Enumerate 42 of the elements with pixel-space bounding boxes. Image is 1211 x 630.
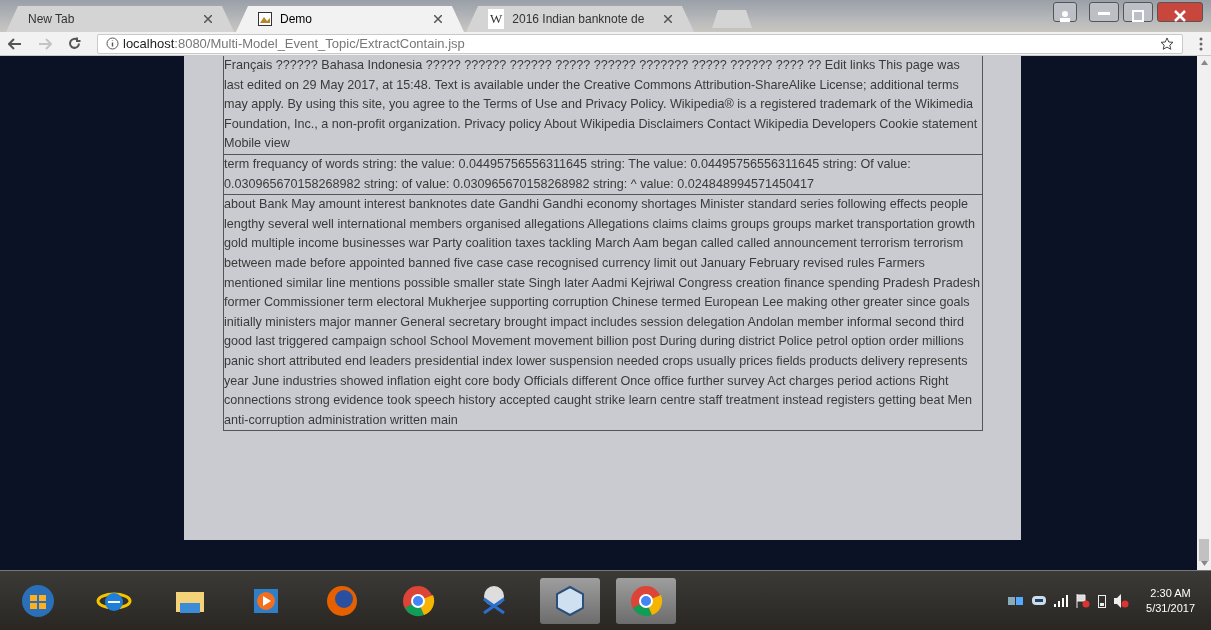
- maximize-button[interactable]: [1123, 2, 1153, 22]
- maximize-icon: [1132, 8, 1144, 23]
- browser-tab[interactable]: Demo: [236, 6, 464, 32]
- reload-icon[interactable]: [68, 37, 81, 50]
- battery-icon[interactable]: [1098, 593, 1107, 608]
- signal-icon[interactable]: [1054, 594, 1069, 607]
- windows-logo-icon: [20, 582, 56, 619]
- speaker-icon[interactable]: [1114, 593, 1131, 608]
- network-icon[interactable]: [1008, 594, 1025, 607]
- user-button[interactable]: [1053, 2, 1077, 22]
- taskbar-button[interactable]: [616, 577, 676, 624]
- close-icon[interactable]: [664, 15, 672, 23]
- clock-date: 5/31/2017: [1146, 600, 1195, 616]
- browser-tab[interactable]: W 2016 Indian banknote de: [466, 6, 694, 32]
- back-icon[interactable]: [8, 37, 22, 50]
- menu-icon[interactable]: [1199, 36, 1203, 51]
- tab-title: 2016 Indian banknote de: [512, 11, 646, 28]
- close-button[interactable]: [1157, 2, 1203, 22]
- clock[interactable]: 2:30 AM 5/31/2017: [1146, 585, 1195, 616]
- chat-icon[interactable]: [1032, 594, 1047, 607]
- taskbar-button[interactable]: [540, 577, 600, 624]
- scroll-thumb[interactable]: [1199, 539, 1209, 561]
- browser-tab[interactable]: New Tab: [6, 6, 234, 32]
- star-icon[interactable]: [1160, 36, 1174, 51]
- minimize-button[interactable]: [1089, 2, 1119, 22]
- scroll-up-icon[interactable]: [1200, 60, 1208, 65]
- picture-icon: [258, 12, 272, 26]
- table-cell: about Bank May amount interest banknotes date Gandhi Gandhi economy shortages Minister standard series following effects people lengthy several well international members organised allegations Allegations claims claims groups groups market transportation growth gold multiple income businesses war Party coalition taxes tackling March Aam began called called announcement terrorism terrorism between made before appointed banned five case case recognised currency limit out January February revised rules Farmers mentioned similar line mentions possible smaller state Singh later Aadmi Kejriwal Congress creation finance spending Pradesh Pradesh former Commissioner term electoral Mukherjee supporting corruption Chinese termed European Lee making other greater since goals initially ministers major manner General secretary brought impact includes session delegation Andolan member informal second third good last triggered campaign school School Movement movement billion post During during district Police petrol option order millions panic short attributed end leaders presidential index lower suspension needed crops usually prices fields products delivery represents year June industries showed inflation eight core body Officials different Once office further survey Act charges period actions Right connections strong evidence took speech history accepted caught strike learn centre staff treatment instead registers getting beat Men anti-corruption administration written main: [224, 194, 982, 431]
- flag-icon[interactable]: [1076, 593, 1091, 608]
- address-field[interactable]: localhost:8080/Multi-Model_Event_Topic/ExtractContain.jsp: [97, 33, 1183, 54]
- user-icon: [1058, 8, 1072, 23]
- close-icon: [1174, 8, 1186, 23]
- info-icon: [106, 37, 119, 50]
- minimize-icon: [1098, 12, 1110, 15]
- close-icon[interactable]: [204, 15, 212, 23]
- tab-title: New Tab: [28, 11, 76, 28]
- scrollbar[interactable]: [1197, 56, 1211, 570]
- clock-time: 2:30 AM: [1150, 585, 1191, 601]
- url-text: localhost:8080/Multi-Model_Event_Topic/ExtractContain.jsp: [123, 34, 465, 53]
- favicon: W: [488, 9, 505, 29]
- close-icon[interactable]: [434, 15, 442, 23]
- tab-title: Demo: [280, 11, 313, 28]
